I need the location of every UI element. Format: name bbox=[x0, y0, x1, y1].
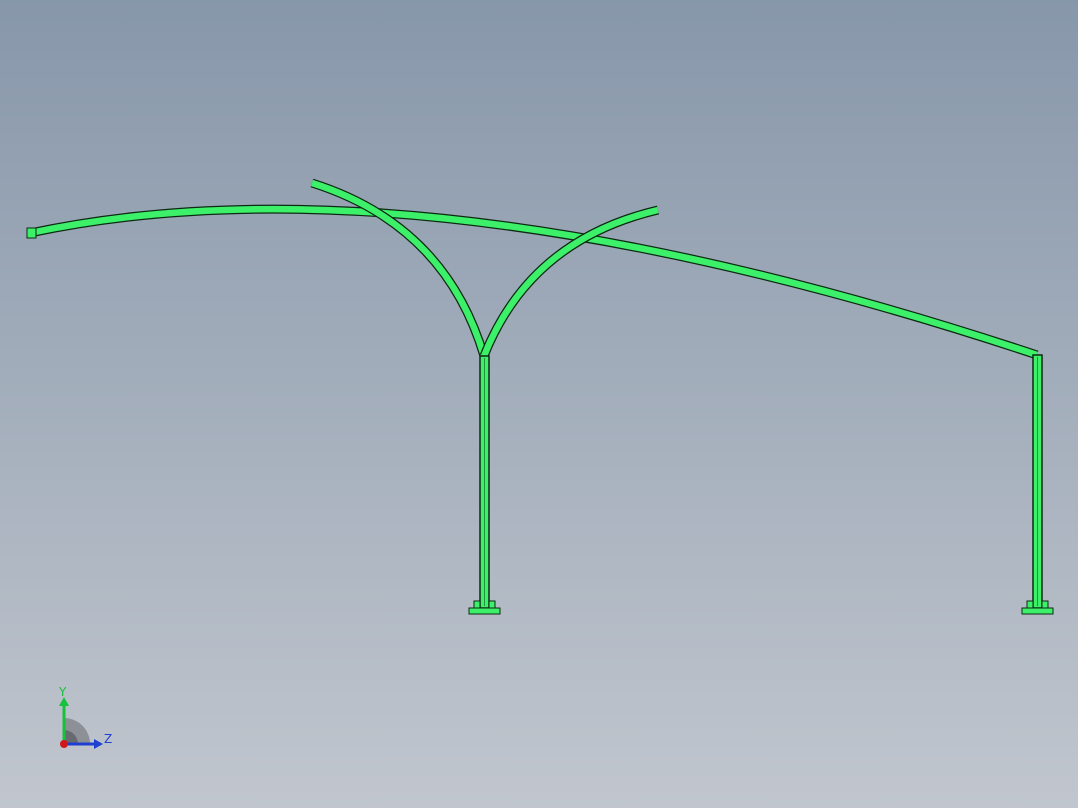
beam-end-cap bbox=[26, 227, 37, 239]
graphics-viewport[interactable]: Y Z bbox=[0, 0, 1078, 808]
coordinate-triad-icon: Y Z bbox=[58, 685, 112, 749]
triad-z-label: Z bbox=[104, 732, 112, 746]
canopy-frame-model[interactable] bbox=[0, 0, 1078, 808]
right-column[interactable] bbox=[1032, 354, 1043, 609]
triad-y-label: Y bbox=[58, 685, 67, 699]
center-column[interactable] bbox=[479, 355, 490, 609]
